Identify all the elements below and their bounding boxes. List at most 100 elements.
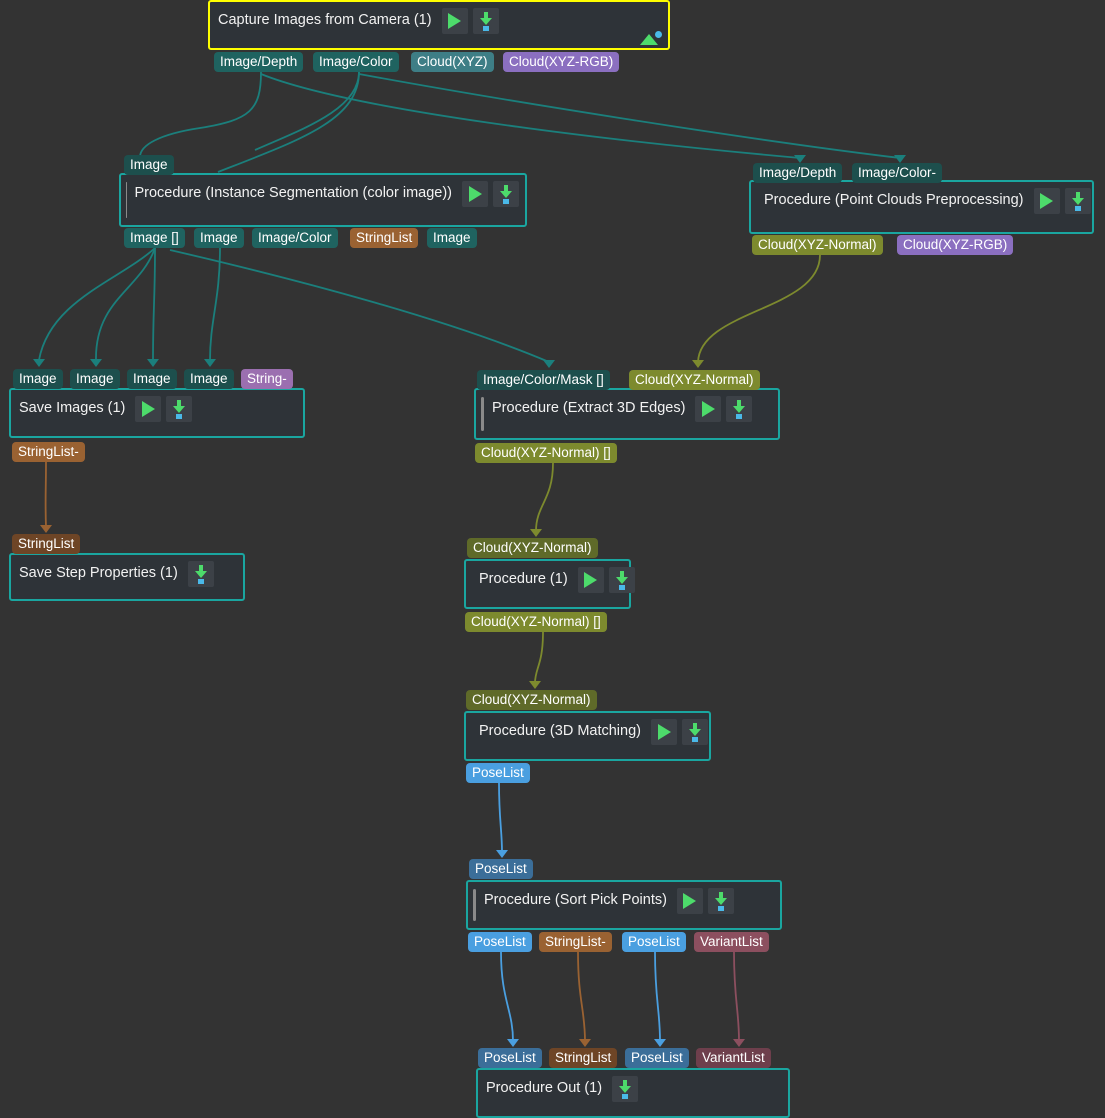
download-icon [687,723,703,742]
wire [254,71,360,151]
wire-arrowhead [147,359,159,367]
download-icon [498,185,514,204]
wire-arrowhead [40,525,52,533]
save-output-button[interactable] [166,396,193,422]
output-port[interactable]: VariantList [694,932,769,952]
dl-base [1074,206,1081,211]
input-port[interactable]: PoseList [469,859,533,879]
output-port[interactable]: PoseList [622,932,686,952]
input-port[interactable]: Image [184,369,234,389]
run-step-button[interactable] [651,719,677,745]
input-port[interactable]: StringList [549,1048,618,1068]
output-port[interactable]: Image [194,228,244,248]
run-step-button[interactable] [695,396,722,422]
node-body: Procedure Out (1) [478,1070,788,1108]
input-port[interactable]: Image/Color/Mask [] [477,370,610,390]
node-body: Procedure (3D Matching) [471,713,714,751]
node-buttons [1033,188,1091,214]
input-port[interactable]: Cloud(XYZ-Normal) [467,538,598,558]
run-step-button[interactable] [1033,188,1060,214]
node-title: Save Images (1) [19,400,126,417]
input-port[interactable]: Image [124,155,174,175]
save-output-button[interactable] [726,396,753,422]
dl-base [482,26,489,31]
save-output-button[interactable] [1064,188,1091,214]
wire-arrowhead [733,1039,745,1047]
input-port[interactable]: PoseList [478,1048,542,1068]
output-port[interactable]: StringList- [539,932,612,952]
input-port[interactable]: Image/Depth [753,163,843,183]
input-port[interactable]: String- [241,369,293,389]
save-output-button[interactable] [682,719,708,745]
dl-base [717,906,724,911]
play-icon [448,13,462,29]
step-node-save-step-properties[interactable]: Save Step Properties (1) [9,553,245,601]
dl-base [503,199,509,204]
node-body: Capture Images from Camera (1) [210,2,668,40]
output-port[interactable]: StringList [350,228,419,248]
step-node-capture[interactable]: Capture Images from Camera (1) [208,0,670,50]
step-graph-canvas[interactable]: Image/Depth Image/Color Cloud(XYZ) Cloud(XY… [0,0,1105,1118]
dl-base [692,737,698,742]
download-icon [478,12,494,31]
input-port[interactable]: Image [127,369,177,389]
step-node-sort-pick-points[interactable]: Procedure (Sort Pick Points) [466,880,782,930]
output-port[interactable]: Image [427,228,477,248]
run-step-button[interactable] [441,8,468,34]
dl-head [615,577,628,584]
run-step-button[interactable] [676,888,703,914]
wire-arrowhead [496,850,508,858]
output-port[interactable]: Image/Depth [214,52,304,72]
node-body: Procedure (Sort Pick Points) [476,882,780,920]
step-node-procedure-out[interactable]: Procedure Out (1) [476,1068,790,1118]
step-node-extract-3d-edges[interactable]: Procedure (Extract 3D Edges) [474,388,780,440]
node-buttons [676,888,734,914]
step-node-procedure-1[interactable]: Procedure (1) [464,559,635,609]
save-output-button[interactable] [187,561,214,587]
input-port[interactable]: PoseList [625,1048,689,1068]
output-port[interactable]: StringList- [12,442,85,462]
wire [358,73,901,159]
step-node-instance-segmentation[interactable]: Procedure (Instance Segmentation (color … [119,173,527,227]
step-node-point-clouds-preprocessing[interactable]: Procedure (Point Clouds Preprocessing) [749,180,1094,234]
input-port[interactable]: Image/Color- [852,163,943,183]
step-node-3d-matching[interactable]: Procedure (3D Matching) [464,711,711,761]
wire-arrowhead [530,529,542,537]
node-body: Procedure (Point Clouds Preprocessing) [756,182,1097,220]
output-port[interactable]: Image [] [124,228,185,248]
output-port[interactable]: PoseList [466,763,530,783]
input-port[interactable]: StringList [12,534,81,554]
output-port[interactable]: Cloud(XYZ-Normal) [752,235,883,255]
output-port[interactable]: Cloud(XYZ-Normal) [] [475,443,617,463]
output-port[interactable]: Image/Color [252,228,338,248]
dl-base [622,1094,629,1099]
output-port[interactable]: Cloud(XYZ) [411,52,494,72]
run-step-button[interactable] [462,181,488,207]
output-port[interactable]: Image/Color [313,52,399,72]
input-port[interactable]: Image [70,369,120,389]
output-port[interactable]: Cloud(XYZ-RGB) [897,235,1014,255]
node-title: Save Step Properties (1) [19,565,178,582]
output-port[interactable]: Cloud(XYZ-Normal) [] [465,612,607,632]
save-output-button[interactable] [493,181,519,207]
save-output-button[interactable] [472,8,499,34]
play-icon [657,724,671,740]
save-output-button[interactable] [612,1076,639,1102]
image-preview-icon[interactable] [640,31,662,45]
output-port[interactable]: Cloud(XYZ-RGB) [503,52,620,72]
step-node-save-images[interactable]: Save Images (1) [9,388,305,438]
run-step-button[interactable] [577,567,604,593]
input-port[interactable]: Image [13,369,63,389]
input-port[interactable]: VariantList [696,1048,771,1068]
wire [139,71,262,158]
wire-arrowhead [579,1039,591,1047]
input-port[interactable]: Cloud(XYZ-Normal) [629,370,760,390]
output-port[interactable]: PoseList [468,932,532,952]
node-title: Procedure Out (1) [486,1080,603,1097]
input-port[interactable]: Cloud(XYZ-Normal) [466,690,597,710]
wire [169,249,550,363]
save-output-button[interactable] [608,567,635,593]
save-output-button[interactable] [707,888,734,914]
run-step-button[interactable] [135,396,162,422]
dl-head [479,18,492,25]
